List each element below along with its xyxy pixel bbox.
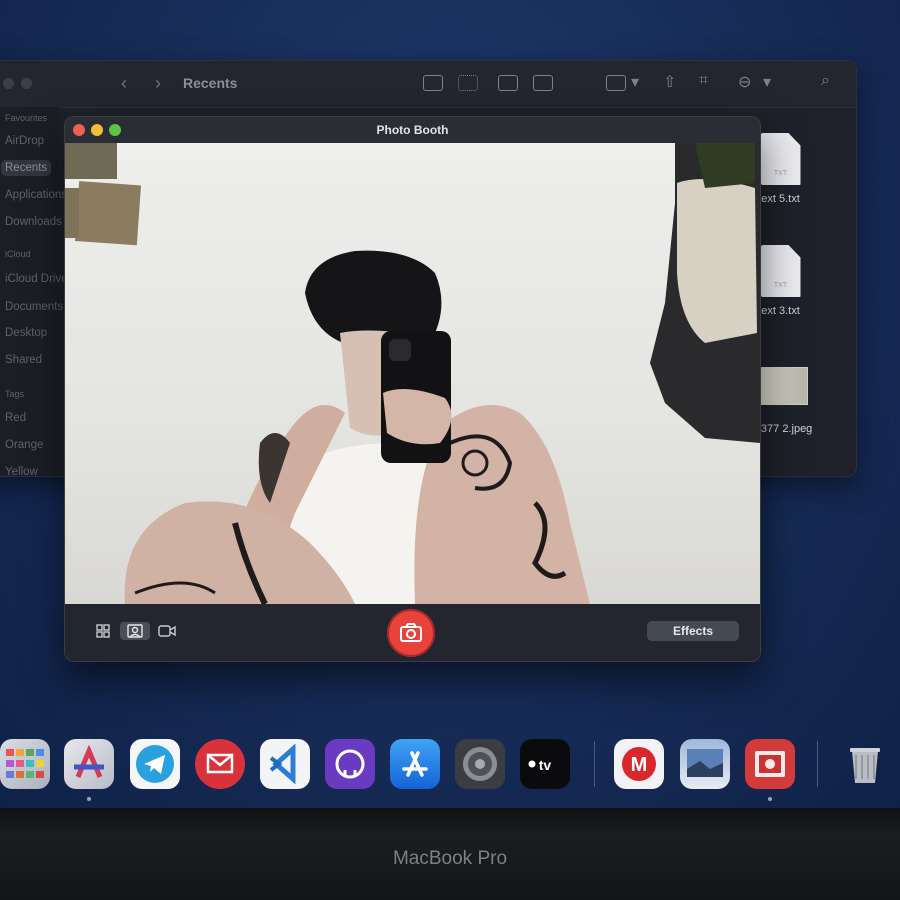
photo-booth-controls: Effects: [65, 604, 760, 661]
finder-close-button[interactable]: [3, 78, 14, 89]
dock-separator: [817, 741, 818, 787]
chevron-down-icon[interactable]: ▾: [763, 72, 771, 92]
more-actions-icon[interactable]: ⊖: [738, 72, 751, 92]
sidebar-item-shared[interactable]: Shared: [5, 354, 42, 366]
share-icon[interactable]: ⇧: [663, 72, 676, 92]
text-file-icon: TXT: [760, 133, 801, 185]
sidebar-header-tags: Tags: [5, 389, 25, 399]
sidebar-item-icloud-drive[interactable]: iCloud Drive: [5, 273, 68, 285]
single-photo-mode-icon[interactable]: [120, 622, 150, 640]
sidebar-item-recents[interactable]: Recents: [1, 160, 52, 176]
search-icon[interactable]: ⌕: [821, 72, 830, 90]
apple-tv-icon[interactable]: tv: [520, 739, 570, 789]
github-desktop-icon[interactable]: [325, 739, 375, 789]
launchpad-icon[interactable]: [0, 739, 50, 789]
forward-icon[interactable]: ›: [155, 73, 161, 94]
sidebar-header-favourites: Favourites: [5, 113, 48, 123]
sidebar-header-icloud: iCloud: [5, 249, 31, 259]
text-file-icon: TXT: [760, 245, 801, 297]
device-label: MacBook Pro: [392, 848, 508, 869]
running-indicator: [87, 797, 91, 801]
trash-icon[interactable]: [840, 739, 890, 789]
photo-booth-titlebar: Photo Booth: [65, 117, 760, 143]
finder-toolbar: ‹ › Recents ▾ ⇧ ⌗ ⊖ ▾ ⌕: [0, 61, 856, 108]
gallery-view-icon[interactable]: [533, 75, 553, 91]
svg-text:tv: tv: [539, 757, 552, 773]
photo-booth-window[interactable]: Photo Booth Effects: [64, 116, 761, 662]
camera-preview: [65, 143, 760, 604]
sidebar-item-airdrop[interactable]: AirDrop: [5, 135, 44, 147]
camera-image: [65, 143, 760, 604]
take-photo-button[interactable]: [387, 609, 435, 657]
camera-icon: [400, 623, 422, 642]
column-view-icon[interactable]: [498, 75, 518, 91]
sidebar-item-applications[interactable]: Applications: [5, 189, 67, 201]
sidebar-item-downloads[interactable]: Downloads: [5, 216, 62, 228]
photo-booth-icon[interactable]: [745, 739, 795, 789]
desktop: ‹ › Recents ▾ ⇧ ⌗ ⊖ ▾ ⌕ Favourites AirDr…: [0, 0, 900, 820]
dock: tv M: [0, 725, 900, 810]
mega-icon[interactable]: M: [614, 739, 664, 789]
creative-app-icon[interactable]: [64, 739, 114, 789]
window-title: Photo Booth: [376, 123, 449, 137]
list-view-icon[interactable]: [458, 75, 478, 91]
svg-text:M: M: [631, 754, 648, 776]
icon-view-icon[interactable]: [423, 75, 443, 91]
group-by-icon[interactable]: [606, 75, 626, 91]
sidebar-item-tag-yellow[interactable]: Yellow: [5, 466, 38, 476]
sidebar-item-tag-red[interactable]: Red: [5, 412, 26, 424]
vscode-icon[interactable]: [260, 739, 310, 789]
preview-icon[interactable]: [680, 739, 730, 789]
app-store-icon[interactable]: [390, 739, 440, 789]
tag-icon[interactable]: ⌗: [699, 72, 708, 90]
finder-sidebar: Favourites AirDrop Recents Applications …: [0, 107, 68, 476]
running-indicator: [768, 797, 772, 801]
system-settings-icon[interactable]: [455, 739, 505, 789]
finder-minimize-button[interactable]: [21, 78, 32, 89]
sidebar-item-desktop[interactable]: Desktop: [5, 327, 47, 339]
mail-icon[interactable]: [195, 739, 245, 789]
sidebar-item-documents[interactable]: Documents: [5, 301, 63, 313]
image-thumbnail: [753, 367, 808, 405]
effects-button[interactable]: Effects: [647, 621, 739, 641]
video-mode-icon[interactable]: [155, 622, 179, 640]
dock-separator: [594, 741, 595, 787]
laptop-bezel: MacBook Pro: [0, 808, 900, 900]
grid-mode-icon[interactable]: [91, 622, 115, 640]
sidebar-item-tag-orange[interactable]: Orange: [5, 439, 43, 451]
finder-title: Recents: [183, 75, 238, 91]
telegram-icon[interactable]: [130, 739, 180, 789]
back-icon[interactable]: ‹: [121, 73, 127, 94]
chevron-down-icon[interactable]: ▾: [631, 72, 639, 92]
